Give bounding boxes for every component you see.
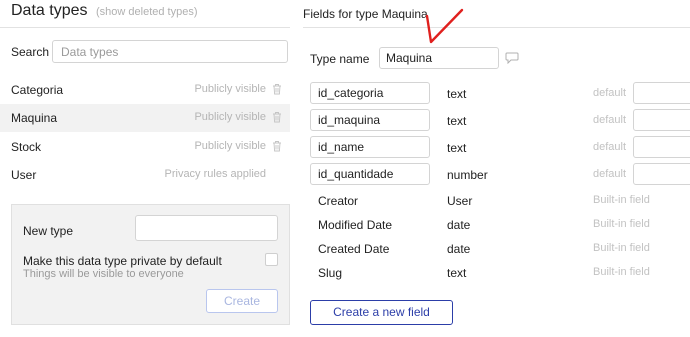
data-type-name: Stock <box>11 140 42 154</box>
field-default-input[interactable] <box>633 163 690 185</box>
builtin-field-name: Creator <box>318 194 359 208</box>
field-type[interactable]: text <box>447 87 466 101</box>
private-by-default-checkbox[interactable] <box>265 253 278 266</box>
builtin-field-note: Built-in field <box>593 242 650 254</box>
left-header-divider <box>0 27 290 28</box>
builtin-field-type: text <box>447 266 467 280</box>
data-type-row[interactable]: Stock Publicly visible <box>0 133 290 161</box>
fields-title: Fields for type Maquina <box>303 7 428 21</box>
field-name-input[interactable]: id_quantidade <box>310 163 430 185</box>
type-name-label: Type name <box>310 52 370 66</box>
private-by-default-hint: Things will be visible to everyone <box>23 268 184 280</box>
visibility-status[interactable]: Publicly visible <box>194 140 266 152</box>
visibility-status[interactable]: Publicly visible <box>194 83 266 95</box>
field-type[interactable]: number <box>447 168 488 182</box>
red-check-annotation <box>425 8 464 44</box>
builtin-field-type: date <box>447 242 471 256</box>
field-type[interactable]: text <box>447 141 466 155</box>
search-input[interactable] <box>52 40 288 63</box>
trash-icon[interactable] <box>272 83 282 95</box>
builtin-field-type: User <box>447 194 473 208</box>
comment-icon[interactable] <box>505 52 519 64</box>
builtin-field-note: Built-in field <box>593 218 650 230</box>
field-default-label: default <box>593 141 627 153</box>
field-name-input[interactable]: id_maquina <box>310 109 430 131</box>
field-type[interactable]: text <box>447 114 466 128</box>
builtin-field-name: Created Date <box>318 242 390 256</box>
private-by-default-label: Make this data type private by default <box>23 254 222 268</box>
data-type-row[interactable]: Maquina Publicly visible <box>0 104 290 132</box>
field-default-label: default <box>593 168 627 180</box>
search-label: Search <box>11 45 50 59</box>
visibility-status[interactable]: Publicly visible <box>194 111 266 123</box>
field-default-input[interactable] <box>633 136 690 158</box>
visibility-status[interactable]: Privacy rules applied <box>165 168 267 180</box>
builtin-field-note: Built-in field <box>593 194 650 206</box>
type-name-input[interactable]: Maquina <box>379 47 499 69</box>
trash-icon[interactable] <box>272 111 282 123</box>
show-deleted-types-link[interactable]: (show deleted types) <box>96 6 198 18</box>
new-type-label: New type <box>23 224 74 238</box>
create-type-button[interactable]: Create <box>206 289 278 313</box>
field-default-input[interactable] <box>633 109 690 131</box>
create-new-field-button[interactable]: Create a new field <box>310 300 453 325</box>
field-default-input[interactable] <box>633 82 690 104</box>
right-header-divider <box>303 27 690 28</box>
field-default-label: default <box>593 114 627 126</box>
data-type-name: Categoria <box>11 83 64 97</box>
builtin-field-name: Slug <box>318 266 343 280</box>
new-type-input[interactable] <box>135 215 278 241</box>
builtin-field-note: Built-in field <box>593 266 650 278</box>
data-type-name: User <box>11 168 37 182</box>
field-name-input[interactable]: id_name <box>310 136 430 158</box>
data-types-title: Data types <box>11 2 88 19</box>
field-name-input[interactable]: id_categoria <box>310 82 430 104</box>
data-type-row[interactable]: User Privacy rules applied <box>0 161 290 189</box>
field-default-label: default <box>593 87 627 99</box>
builtin-field-name: Modified Date <box>318 218 393 232</box>
builtin-field-type: date <box>447 218 471 232</box>
new-type-panel: New type Make this data type private by … <box>11 204 290 325</box>
trash-icon[interactable] <box>272 140 282 152</box>
data-type-name: Maquina <box>11 111 58 125</box>
data-type-row[interactable]: Categoria Publicly visible <box>0 76 290 104</box>
